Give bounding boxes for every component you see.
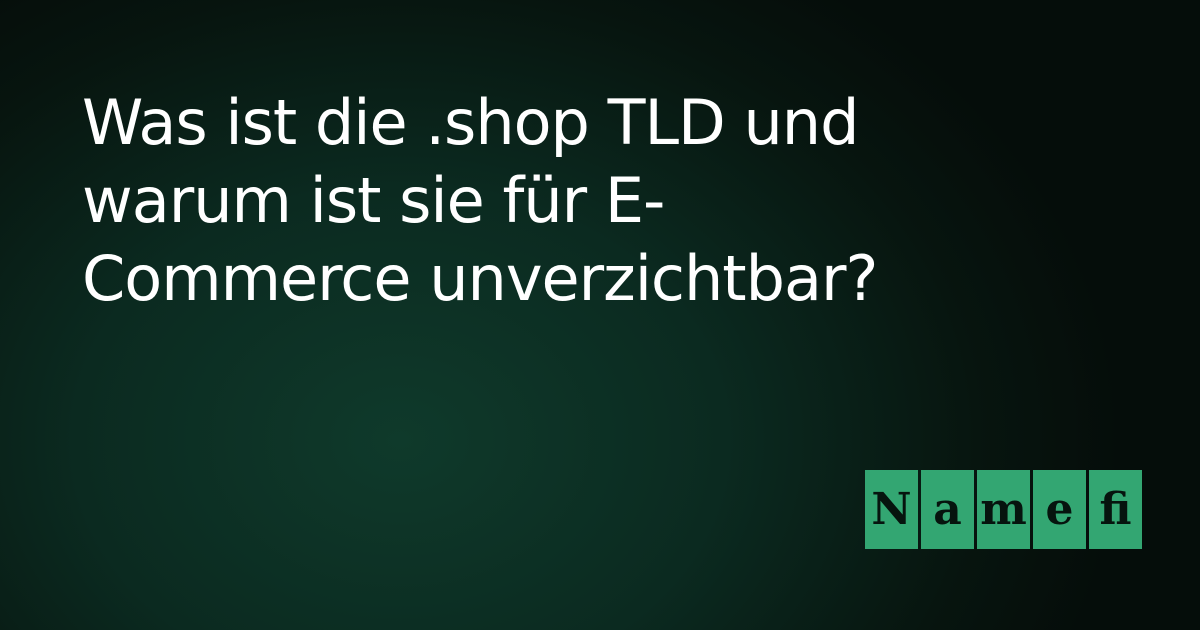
page-title: Was ist die .shop TLD und warum ist sie …	[82, 86, 878, 315]
namefi-logo: N a m e fi	[865, 470, 1142, 549]
logo-tile-e: e	[1033, 470, 1086, 549]
logo-tile-fi: fi	[1089, 470, 1142, 549]
logo-tile-n: N	[865, 470, 918, 549]
logo-tile-a: a	[921, 470, 974, 549]
logo-tile-m: m	[977, 470, 1030, 549]
